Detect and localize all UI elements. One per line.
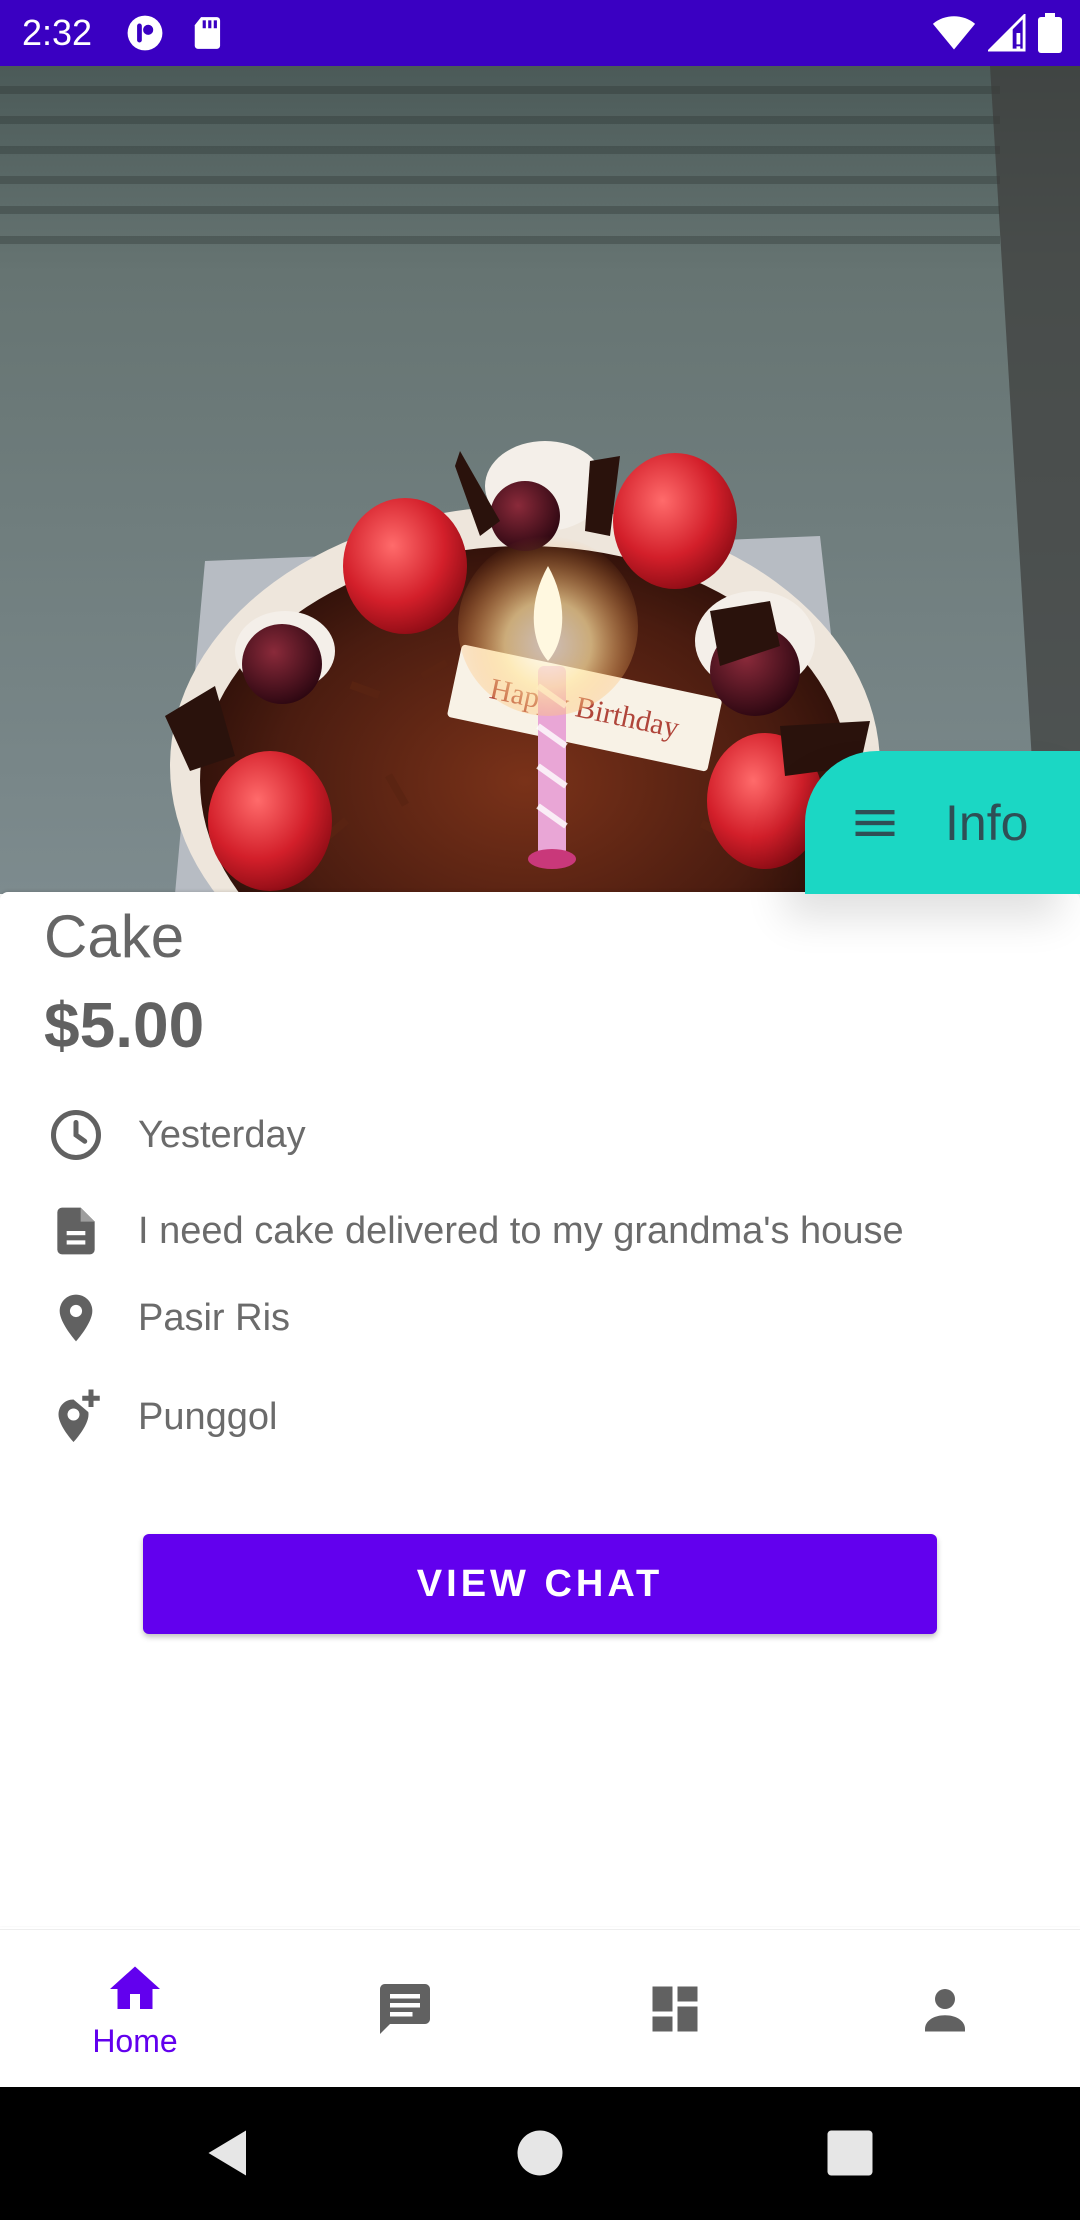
view-chat-button[interactable]: VIEW CHAT [143,1534,937,1634]
sd-card-icon [194,17,221,49]
item-price: $5.00 [44,989,205,1061]
clock-icon [44,1103,108,1167]
detail-row-description: I need cake delivered to my grandma's ho… [44,1196,1044,1266]
location-pin-icon [44,1286,108,1350]
dashboard-icon [652,1986,698,2032]
status-time: 2:32 [22,12,93,53]
home-icon [110,1966,160,2009]
status-bar: 2:32 [0,0,1080,66]
app-notification-icon [127,15,163,51]
nav-chat[interactable] [270,1930,540,2088]
back-icon[interactable] [196,2123,256,2183]
nav-dashboard[interactable] [540,1930,810,2088]
description-icon [44,1199,108,1263]
nav-profile[interactable] [810,1930,1080,2088]
bottom-navigation: Home [0,1929,1080,2088]
menu-icon [855,809,895,836]
add-location-icon [44,1385,108,1449]
recents-icon[interactable] [820,2123,880,2183]
detail-row-pickup: Pasir Ris [44,1283,1044,1353]
nav-home-label: Home [92,2022,178,2059]
chat-icon [380,1984,430,2034]
detail-pickup: Pasir Ris [138,1296,291,1339]
info-button[interactable]: Info [805,751,1080,894]
item-title: Cake [44,903,185,970]
cell-signal-icon [988,14,1026,52]
info-label: Info [945,794,1029,851]
battery-icon [1038,13,1062,53]
nav-home[interactable]: Home [0,1930,270,2088]
detail-description: I need cake delivered to my grandma's ho… [138,1209,904,1252]
detail-row-time: Yesterday [44,1100,1044,1170]
detail-time: Yesterday [138,1113,306,1156]
system-navigation-bar [0,2087,1080,2220]
detail-dropoff: Punggol [138,1395,278,1438]
person-icon [925,1989,965,2032]
status-icons [932,12,1062,54]
wifi-icon [932,16,976,50]
home-circle-icon[interactable] [510,2123,570,2183]
item-detail-card: Cake $5.00 Yesterday I need cake deliver… [0,892,1080,1926]
detail-row-dropoff: Punggol [44,1382,1044,1452]
